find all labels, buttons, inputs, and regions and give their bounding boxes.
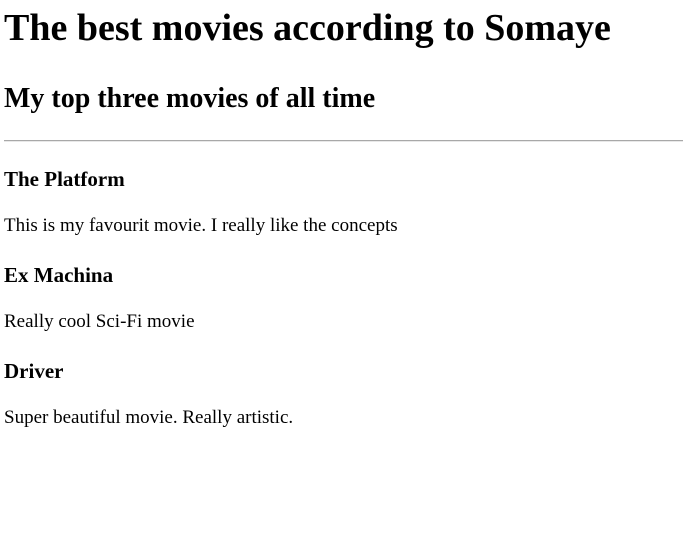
movie-description: Super beautiful movie. Really artistic.: [4, 407, 294, 428]
page-title: The best movies according to Somaye: [4, 7, 611, 49]
movie-title: Ex Machina: [4, 263, 114, 287]
movie-item: The Platform This is my favourit movie. …: [4, 142, 683, 237]
page-subtitle: My top three movies of all time: [4, 83, 376, 114]
movie-description: This is my favourit movie. I really like…: [4, 215, 398, 236]
movie-title: The Platform: [4, 167, 125, 191]
movie-item: Driver Super beautiful movie. Really art…: [4, 333, 683, 429]
page-body: The best movies according to Somaye My t…: [0, 0, 687, 535]
movie-title: Driver: [4, 359, 64, 383]
movie-description: Really cool Sci-Fi movie: [4, 311, 195, 332]
movie-list: The Platform This is my favourit movie. …: [4, 142, 683, 429]
movie-item: Ex Machina Really cool Sci-Fi movie: [4, 237, 683, 333]
